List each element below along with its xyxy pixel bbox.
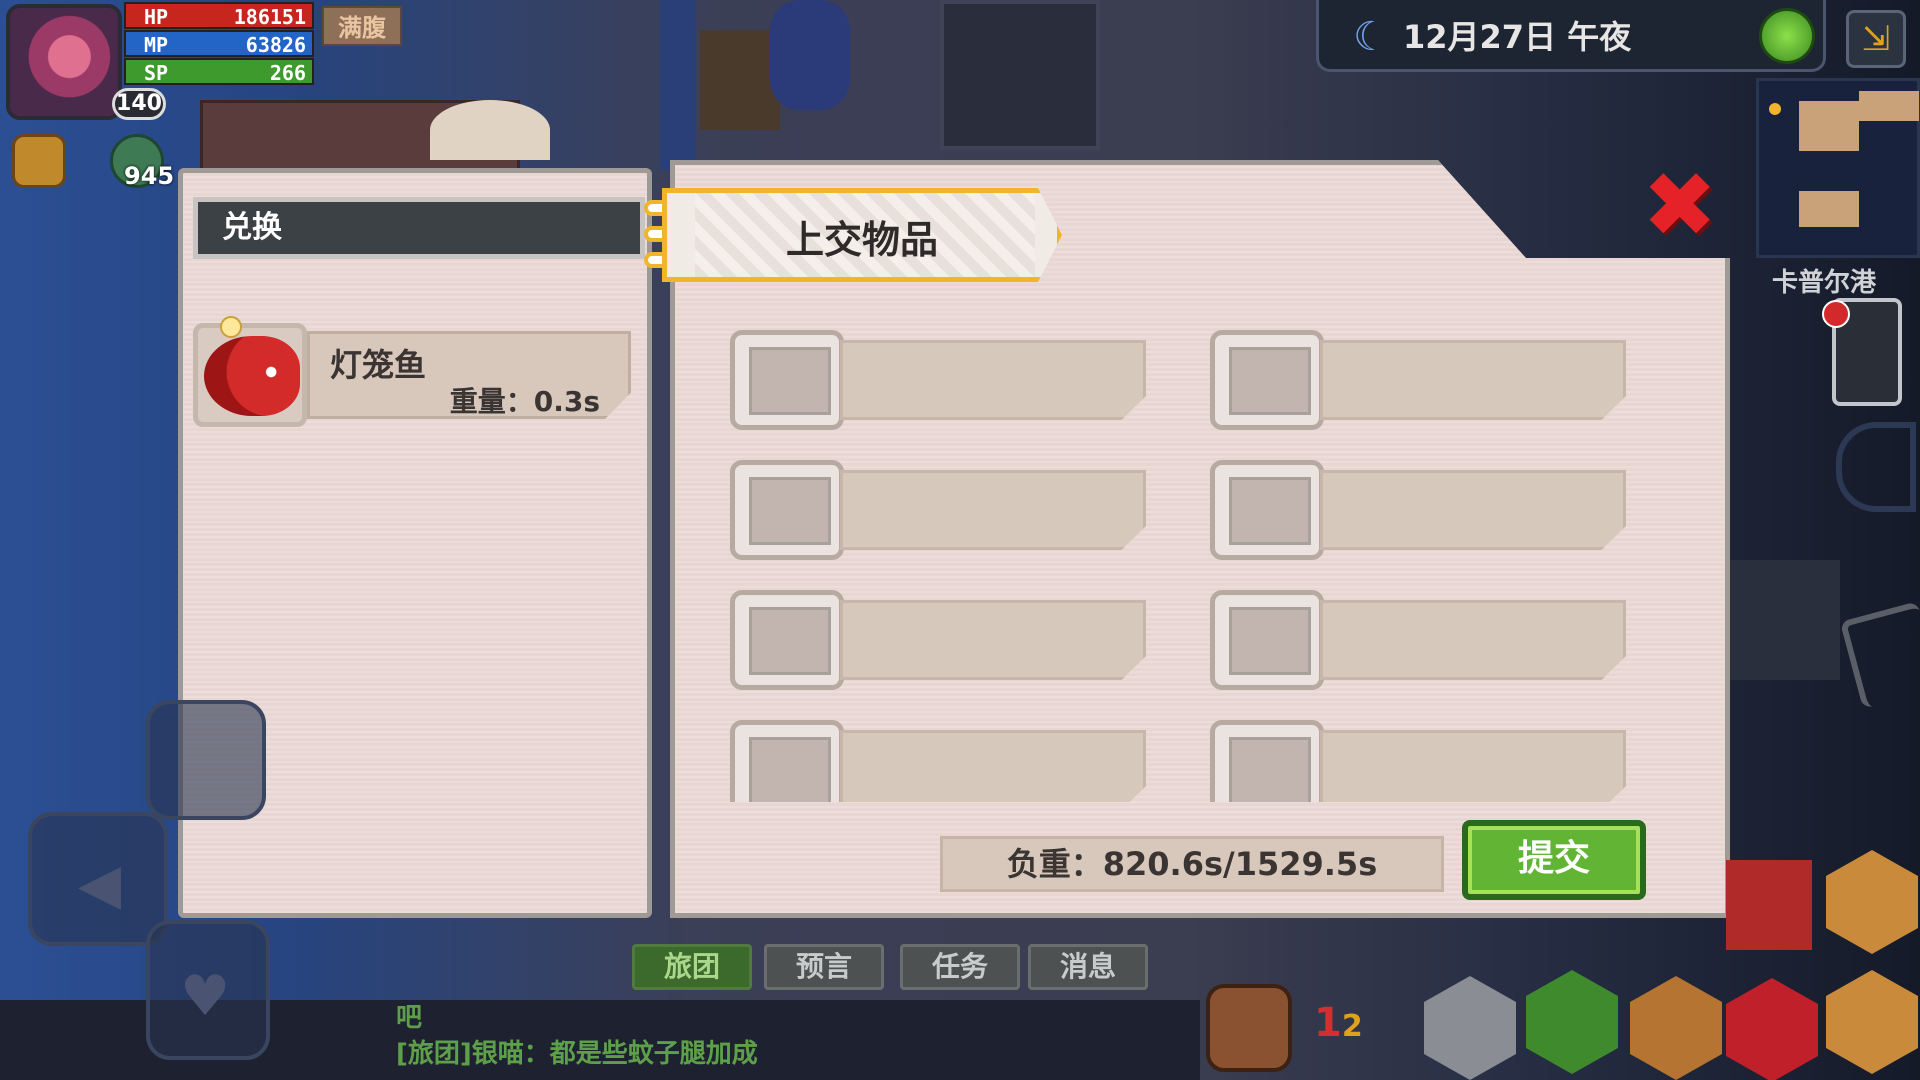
- date-time-bar: ☾ 12月27日 午夜: [1316, 0, 1826, 72]
- item-weight: 重量：0.3s: [449, 385, 600, 418]
- item-info: 灯笼鱼 重量：0.3s: [307, 331, 631, 419]
- chat-tab-guild[interactable]: 旅团: [632, 944, 752, 990]
- backpack-icon[interactable]: [1206, 984, 1292, 1072]
- minimap[interactable]: [1756, 78, 1920, 258]
- submit-button[interactable]: 提交: [1462, 820, 1646, 900]
- hp-value: 186151: [233, 5, 306, 29]
- slot-label-box: [840, 730, 1146, 802]
- dpad-left-button[interactable]: ◀: [28, 812, 168, 946]
- chat-log: 吧 [旅团]银喵：都是些蚊子腿加成: [396, 1000, 758, 1072]
- list-item[interactable]: 灯笼鱼 重量：0.3s: [193, 316, 633, 431]
- slot-label-box: [840, 600, 1146, 680]
- submit-slot[interactable]: [730, 330, 1150, 430]
- chat-tab-prophecy[interactable]: 预言: [764, 944, 884, 990]
- player-character: [770, 0, 850, 110]
- exit-icon[interactable]: ⇲: [1846, 10, 1906, 68]
- wall-pillar: [660, 0, 696, 170]
- refresh-icon[interactable]: [12, 134, 66, 188]
- player-level-badge: 140: [112, 88, 166, 120]
- slot-frame: [1210, 460, 1324, 560]
- slot-frame: [730, 460, 844, 560]
- slot-frame: [1210, 590, 1324, 690]
- mp-bar: MP 63826: [124, 30, 314, 57]
- submit-slot[interactable]: [1210, 720, 1630, 802]
- hp-label: HP: [144, 5, 169, 29]
- slot-label-box: [840, 340, 1146, 420]
- submit-slot[interactable]: [1210, 330, 1630, 430]
- player-avatar[interactable]: [6, 4, 122, 120]
- slot-frame: [730, 720, 844, 802]
- slot-frame: [1210, 330, 1324, 430]
- submit-slot[interactable]: [730, 460, 1150, 560]
- slot-label-box: [1320, 730, 1626, 802]
- minimap-room: [1859, 91, 1919, 121]
- submit-slot[interactable]: [730, 590, 1150, 690]
- mp-value: 63826: [245, 33, 306, 57]
- globe-icon[interactable]: [1759, 8, 1815, 64]
- slot-frame: [1210, 720, 1324, 802]
- date-text: 12月27日: [1403, 18, 1557, 56]
- panel-title: 上交物品: [785, 218, 938, 262]
- crescent-moon-icon: ☾: [1353, 14, 1389, 60]
- location-name: 卡普尔港: [1772, 268, 1877, 298]
- date-time-text: 12月27日 午夜: [1403, 12, 1631, 58]
- mp-label: MP: [144, 33, 169, 57]
- minimap-room: [1799, 191, 1859, 227]
- slot-frame: [730, 330, 844, 430]
- hotbar-page-number-alt: 2: [1341, 1009, 1363, 1044]
- slot-label-box: [1320, 340, 1626, 420]
- dpad-up-button[interactable]: [146, 700, 266, 820]
- chat-tab-messages[interactable]: 消息: [1028, 944, 1148, 990]
- submit-slot[interactable]: [1210, 460, 1630, 560]
- player-status: 140 HP 186151 MP 63826 SP 266 满腹: [0, 0, 410, 125]
- compass-count: 945: [124, 162, 175, 190]
- hp-bar: HP 186151: [124, 2, 314, 29]
- submit-slot[interactable]: [1210, 590, 1630, 690]
- notification-dot: [1822, 300, 1850, 328]
- npc-torch: [700, 30, 780, 130]
- satiety-badge: 满腹: [322, 6, 402, 46]
- minimap-room: [1799, 101, 1859, 151]
- chat-line: [旅团]银喵：都是些蚊子腿加成: [396, 1039, 758, 1069]
- arrow-down-icon: ♥: [180, 964, 231, 1029]
- sp-value: 266: [269, 61, 306, 85]
- slot-label-box: [1320, 470, 1626, 550]
- load-weight: 负重：820.6s/1529.5s: [940, 836, 1444, 892]
- slot-label-box: [1320, 600, 1626, 680]
- minimap-player-marker: [1769, 103, 1781, 115]
- sp-bar: SP 266: [124, 58, 314, 85]
- life-ring: [430, 100, 550, 160]
- item-name: 灯笼鱼: [330, 346, 427, 384]
- submit-slot[interactable]: [730, 720, 1150, 802]
- window-frame: [940, 0, 1100, 150]
- slot-frame: [730, 590, 844, 690]
- submit-title-banner: 上交物品: [662, 188, 1062, 282]
- arrow-left-icon: ◀: [78, 852, 122, 917]
- chat-tab-quest[interactable]: 任务: [900, 944, 1020, 990]
- hotbar-page-number: 1: [1314, 1000, 1342, 1046]
- gift-box-icon[interactable]: [1726, 860, 1812, 950]
- close-icon[interactable]: ✖: [1642, 161, 1717, 251]
- submit-slot-grid: [730, 330, 1630, 802]
- lantern-bulb: [220, 316, 242, 338]
- bow-icon[interactable]: [1836, 422, 1916, 512]
- slot-label-box: [840, 470, 1146, 550]
- time-of-day-text: 午夜: [1567, 18, 1632, 56]
- hotbar-page[interactable]: 12: [1314, 1000, 1363, 1046]
- dpad-down-button[interactable]: ♥: [146, 920, 270, 1060]
- exchange-tab[interactable]: 兑换: [193, 197, 645, 259]
- sp-label: SP: [144, 61, 169, 85]
- lantern-fish-icon: [204, 336, 300, 416]
- item-slot: [193, 316, 307, 427]
- chat-line: 吧: [396, 1003, 423, 1033]
